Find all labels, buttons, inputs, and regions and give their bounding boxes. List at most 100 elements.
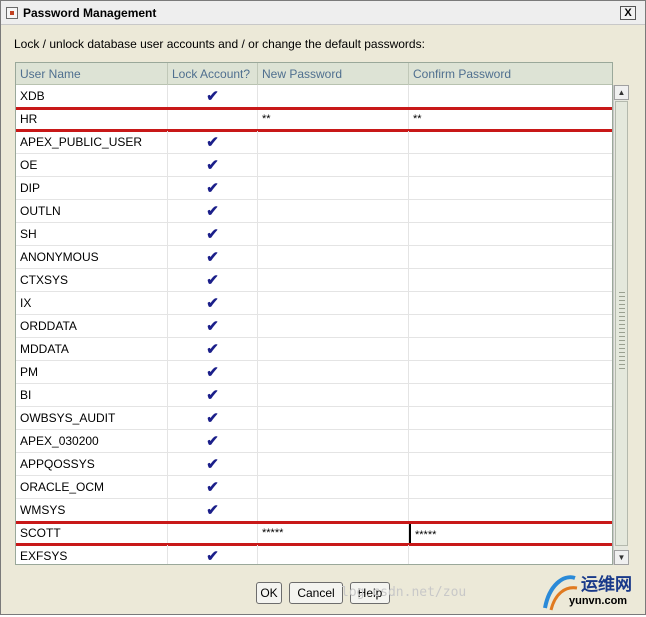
confirm-password-field[interactable] xyxy=(409,269,612,292)
lock-account-checkbox[interactable]: ✔ xyxy=(168,499,258,522)
table-row[interactable]: MDDATA ✔ xyxy=(16,338,612,361)
confirm-password-field[interactable] xyxy=(409,430,612,453)
table-row[interactable]: XDB ✔ xyxy=(16,85,612,108)
checkmark-icon: ✔ xyxy=(206,88,219,105)
confirm-password-field[interactable] xyxy=(409,292,612,315)
close-button[interactable]: X xyxy=(620,6,636,20)
confirm-password-field[interactable] xyxy=(409,338,612,361)
logo-text-en: yunvn.com xyxy=(569,595,628,607)
new-password-field[interactable] xyxy=(258,154,409,177)
lock-account-checkbox[interactable]: ✔ xyxy=(168,131,258,154)
column-header-new-password[interactable]: New Password xyxy=(258,63,409,85)
table-row[interactable]: APEX_PUBLIC_USER ✔ xyxy=(16,131,612,154)
table-row[interactable]: PM ✔ xyxy=(16,361,612,384)
confirm-password-field[interactable]: ***** xyxy=(409,522,612,545)
checkmark-icon: ✔ xyxy=(206,502,219,519)
confirm-password-field[interactable] xyxy=(409,246,612,269)
lock-account-checkbox[interactable]: ✔ xyxy=(168,453,258,476)
lock-account-checkbox[interactable]: ✔ xyxy=(168,154,258,177)
new-password-field[interactable] xyxy=(258,453,409,476)
new-password-field[interactable] xyxy=(258,200,409,223)
new-password-field[interactable] xyxy=(258,131,409,154)
confirm-password-field[interactable] xyxy=(409,407,612,430)
lock-account-checkbox[interactable]: ✔ xyxy=(168,292,258,315)
confirm-password-field[interactable] xyxy=(409,85,612,108)
table-row[interactable]: APEX_030200 ✔ xyxy=(16,430,612,453)
table-row[interactable]: EXFSYS ✔ xyxy=(16,545,612,564)
column-header-lock-account[interactable]: Lock Account? xyxy=(168,63,258,85)
confirm-password-field[interactable] xyxy=(409,384,612,407)
scroll-down-arrow-icon[interactable]: ▼ xyxy=(614,550,629,565)
column-header-user-name[interactable]: User Name xyxy=(16,63,168,85)
cancel-button[interactable]: Cancel xyxy=(289,582,343,604)
confirm-password-field[interactable] xyxy=(409,177,612,200)
new-password-field[interactable] xyxy=(258,246,409,269)
scroll-thumb[interactable] xyxy=(615,101,628,546)
new-password-field[interactable] xyxy=(258,292,409,315)
lock-account-checkbox[interactable]: ✔ xyxy=(168,430,258,453)
vertical-scrollbar[interactable]: ▲ ▼ xyxy=(613,85,629,565)
table-row[interactable]: OUTLN ✔ xyxy=(16,200,612,223)
new-password-field[interactable] xyxy=(258,85,409,108)
lock-account-checkbox[interactable]: ✔ xyxy=(168,361,258,384)
new-password-field[interactable]: ***** xyxy=(258,522,409,545)
scroll-up-arrow-icon[interactable]: ▲ xyxy=(614,85,629,100)
new-password-field[interactable] xyxy=(258,545,409,564)
table-row[interactable]: ORDDATA ✔ xyxy=(16,315,612,338)
table-row[interactable]: HR ** ** xyxy=(16,107,612,132)
table-row[interactable]: DIP ✔ xyxy=(16,177,612,200)
confirm-password-field[interactable] xyxy=(409,223,612,246)
lock-account-checkbox[interactable]: ✔ xyxy=(168,545,258,564)
new-password-field[interactable] xyxy=(258,407,409,430)
lock-account-checkbox[interactable]: ✔ xyxy=(168,85,258,108)
table-row[interactable]: CTXSYS ✔ xyxy=(16,269,612,292)
new-password-field[interactable] xyxy=(258,430,409,453)
lock-account-checkbox[interactable]: ✔ xyxy=(168,223,258,246)
table-row[interactable]: APPQOSSYS ✔ xyxy=(16,453,612,476)
new-password-field[interactable] xyxy=(258,177,409,200)
new-password-field[interactable] xyxy=(258,384,409,407)
confirm-password-field[interactable] xyxy=(409,453,612,476)
lock-account-checkbox[interactable] xyxy=(168,522,258,545)
lock-account-checkbox[interactable]: ✔ xyxy=(168,269,258,292)
table-row[interactable]: IX ✔ xyxy=(16,292,612,315)
confirm-password-field[interactable] xyxy=(409,476,612,499)
table-row[interactable]: ANONYMOUS ✔ xyxy=(16,246,612,269)
lock-account-checkbox[interactable] xyxy=(168,108,258,131)
new-password-field[interactable]: ** xyxy=(258,108,409,131)
table-row[interactable]: OWBSYS_AUDIT ✔ xyxy=(16,407,612,430)
confirm-password-field[interactable] xyxy=(409,200,612,223)
new-password-field[interactable] xyxy=(258,476,409,499)
new-password-field[interactable] xyxy=(258,223,409,246)
new-password-field[interactable] xyxy=(258,269,409,292)
lock-account-checkbox[interactable]: ✔ xyxy=(168,315,258,338)
lock-account-checkbox[interactable]: ✔ xyxy=(168,407,258,430)
confirm-password-field[interactable] xyxy=(409,154,612,177)
table-row[interactable]: SCOTT ***** ***** xyxy=(16,521,612,546)
new-password-field[interactable] xyxy=(258,338,409,361)
table-row[interactable]: WMSYS ✔ xyxy=(16,499,612,522)
lock-account-checkbox[interactable]: ✔ xyxy=(168,177,258,200)
lock-account-checkbox[interactable]: ✔ xyxy=(168,338,258,361)
table-row[interactable]: ORACLE_OCM ✔ xyxy=(16,476,612,499)
confirm-password-field[interactable]: ** xyxy=(409,108,612,131)
confirm-password-field[interactable] xyxy=(409,545,612,564)
confirm-password-field[interactable] xyxy=(409,315,612,338)
table-row[interactable]: BI ✔ xyxy=(16,384,612,407)
lock-account-checkbox[interactable]: ✔ xyxy=(168,246,258,269)
ok-button[interactable]: OK xyxy=(256,582,282,604)
confirm-password-field[interactable] xyxy=(409,499,612,522)
confirm-password-field[interactable] xyxy=(409,361,612,384)
watermark-text: log.csdn.net/zou xyxy=(341,585,467,600)
lock-account-checkbox[interactable]: ✔ xyxy=(168,476,258,499)
user-name-cell: ORACLE_OCM xyxy=(16,476,168,499)
lock-account-checkbox[interactable]: ✔ xyxy=(168,200,258,223)
column-header-confirm-password[interactable]: Confirm Password xyxy=(409,63,612,85)
new-password-field[interactable] xyxy=(258,315,409,338)
confirm-password-field[interactable] xyxy=(409,131,612,154)
table-row[interactable]: SH ✔ xyxy=(16,223,612,246)
new-password-field[interactable] xyxy=(258,499,409,522)
table-row[interactable]: OE ✔ xyxy=(16,154,612,177)
lock-account-checkbox[interactable]: ✔ xyxy=(168,384,258,407)
new-password-field[interactable] xyxy=(258,361,409,384)
